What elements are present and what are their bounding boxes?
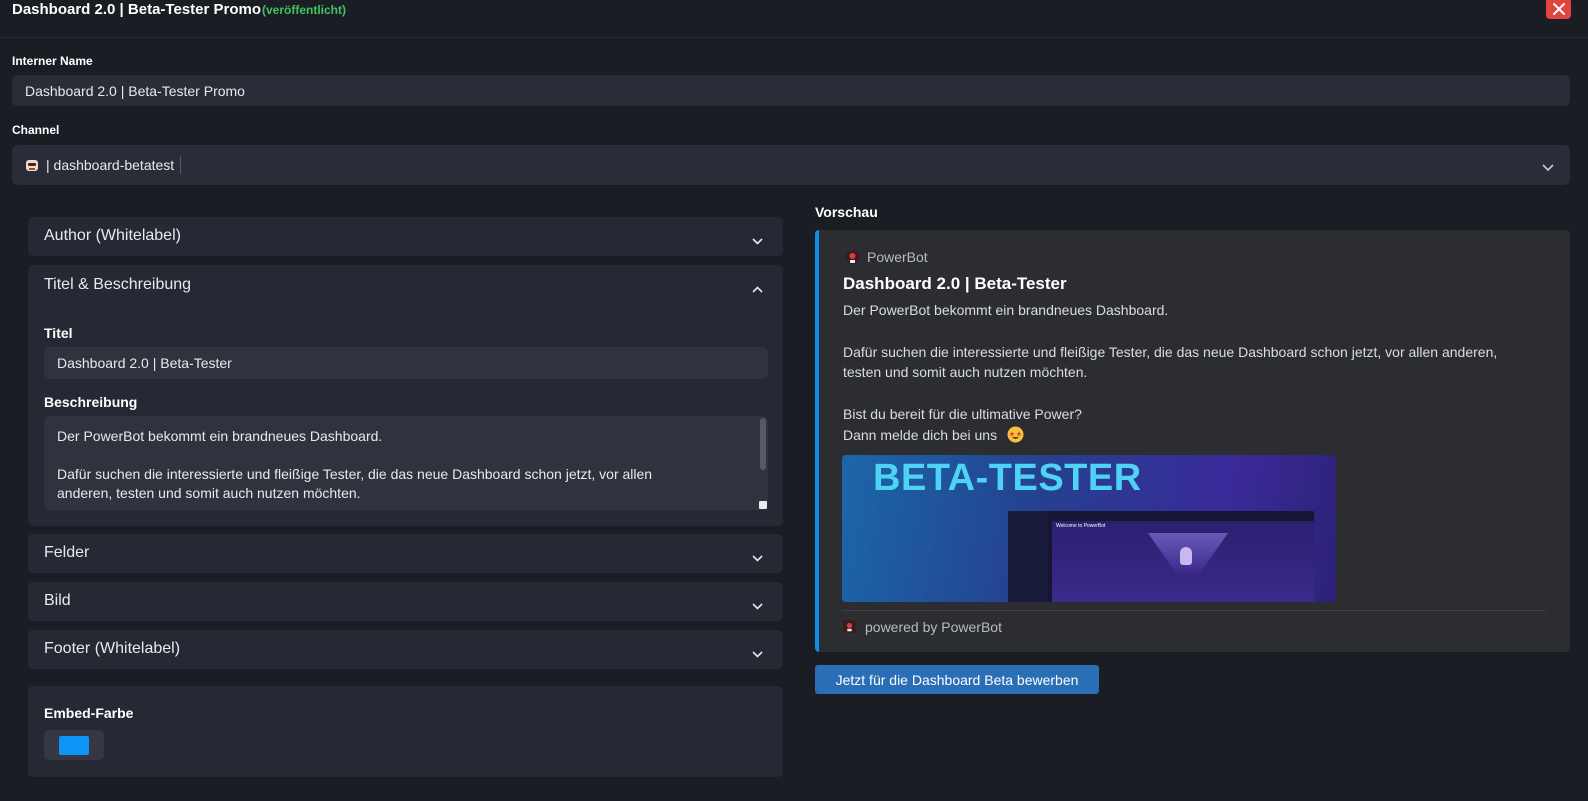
preview-line: testen und somit auch nutzen möchten. <box>843 364 1088 380</box>
dashboard-mock-welcome: Welcome to PowerBot <box>1056 523 1106 529</box>
preview-line: Bist du bereit für die ultimative Power? <box>843 406 1082 422</box>
internal-name-input[interactable]: Dashboard 2.0 | Beta-Tester Promo <box>12 75 1570 106</box>
color-swatch <box>59 736 89 755</box>
preview-heading: Vorschau <box>815 204 878 220</box>
scrollbar[interactable] <box>760 418 766 470</box>
preview-line: Der PowerBot bekommt ein brandneues Dash… <box>843 302 1169 318</box>
chevron-down-icon <box>752 645 763 663</box>
description-line: Der PowerBot bekommt ein brandneues Dash… <box>57 428 383 444</box>
preview-divider <box>842 610 1546 611</box>
accordion-footer[interactable]: Footer (Whitelabel) <box>28 630 783 669</box>
description-line: Dafür suchen die interessierte und fleiß… <box>57 466 653 482</box>
embed-color-panel: Embed-Farbe <box>28 686 783 777</box>
embed-preview: PowerBot Dashboard 2.0 | Beta-Tester Der… <box>815 230 1570 652</box>
text-cursor <box>180 156 182 174</box>
preview-image: BETA-TESTER Welcome to PowerBot <box>842 455 1336 602</box>
color-picker-button[interactable] <box>44 730 104 760</box>
close-icon <box>1552 2 1565 15</box>
title-input-value: Dashboard 2.0 | Beta-Tester <box>57 355 232 371</box>
chevron-down-icon <box>752 597 763 615</box>
preview-image-headline: BETA-TESTER <box>873 457 1142 499</box>
title-input[interactable]: Dashboard 2.0 | Beta-Tester <box>44 347 768 379</box>
preview-author: PowerBot <box>867 249 928 265</box>
accordion-title-description: Titel & Beschreibung Titel Dashboard 2.0… <box>28 265 783 526</box>
channel-label: Channel <box>12 123 60 137</box>
channel-select[interactable]: | dashboard-betatest <box>12 145 1570 185</box>
footer-avatar-icon <box>843 620 856 633</box>
accordion-title-description-label: Titel & Beschreibung <box>44 276 192 293</box>
accordion-image[interactable]: Bild <box>28 582 783 621</box>
preview-line: Dafür suchen die interessierte und fleiß… <box>843 344 1498 360</box>
modal-header: Dashboard 2.0 | Beta-Tester Promo (veröf… <box>0 0 1588 38</box>
accordion-fields-label: Felder <box>44 544 90 561</box>
internal-name-value: Dashboard 2.0 | Beta-Tester Promo <box>25 82 245 99</box>
embed-color-label: Embed-Farbe <box>44 705 134 721</box>
accordion-title-description-header[interactable]: Titel & Beschreibung <box>28 265 783 305</box>
page-title: Dashboard 2.0 | Beta-Tester Promo <box>12 1 261 18</box>
description-textarea[interactable]: Der PowerBot bekommt ein brandneues Dash… <box>44 416 768 510</box>
chevron-down-icon <box>752 232 763 250</box>
accordion-author-label: Author (Whitelabel) <box>44 227 181 244</box>
chevron-down-icon <box>1542 159 1554 175</box>
dashboard-mock: Welcome to PowerBot <box>1008 511 1314 602</box>
resize-handle[interactable] <box>759 501 767 509</box>
preview-footer: powered by PowerBot <box>865 619 1002 635</box>
accordion-footer-label: Footer (Whitelabel) <box>44 640 181 657</box>
channel-value: | dashboard-betatest <box>46 157 175 173</box>
status-badge: (veröffentlicht) <box>262 3 346 17</box>
robot-icon <box>25 158 39 172</box>
bot-avatar-icon <box>845 250 860 265</box>
star-struck-emoji-icon <box>1007 426 1024 443</box>
accordion-image-label: Bild <box>44 592 71 609</box>
description-field-label: Beschreibung <box>44 394 138 410</box>
chevron-up-icon <box>752 280 763 298</box>
accordion-fields[interactable]: Felder <box>28 534 783 573</box>
preview-line: Dann melde dich bei uns <box>843 427 998 443</box>
chevron-down-icon <box>752 549 763 567</box>
title-field-label: Titel <box>44 325 73 341</box>
preview-title: Dashboard 2.0 | Beta-Tester <box>843 274 1067 293</box>
accordion-author[interactable]: Author (Whitelabel) <box>28 217 783 256</box>
apply-beta-button[interactable]: Jetzt für die Dashboard Beta bewerben <box>815 665 1099 694</box>
description-line: anderen, testen und somit auch nutzen mö… <box>57 485 361 501</box>
close-button[interactable] <box>1546 0 1571 19</box>
internal-name-label: Interner Name <box>12 54 93 68</box>
